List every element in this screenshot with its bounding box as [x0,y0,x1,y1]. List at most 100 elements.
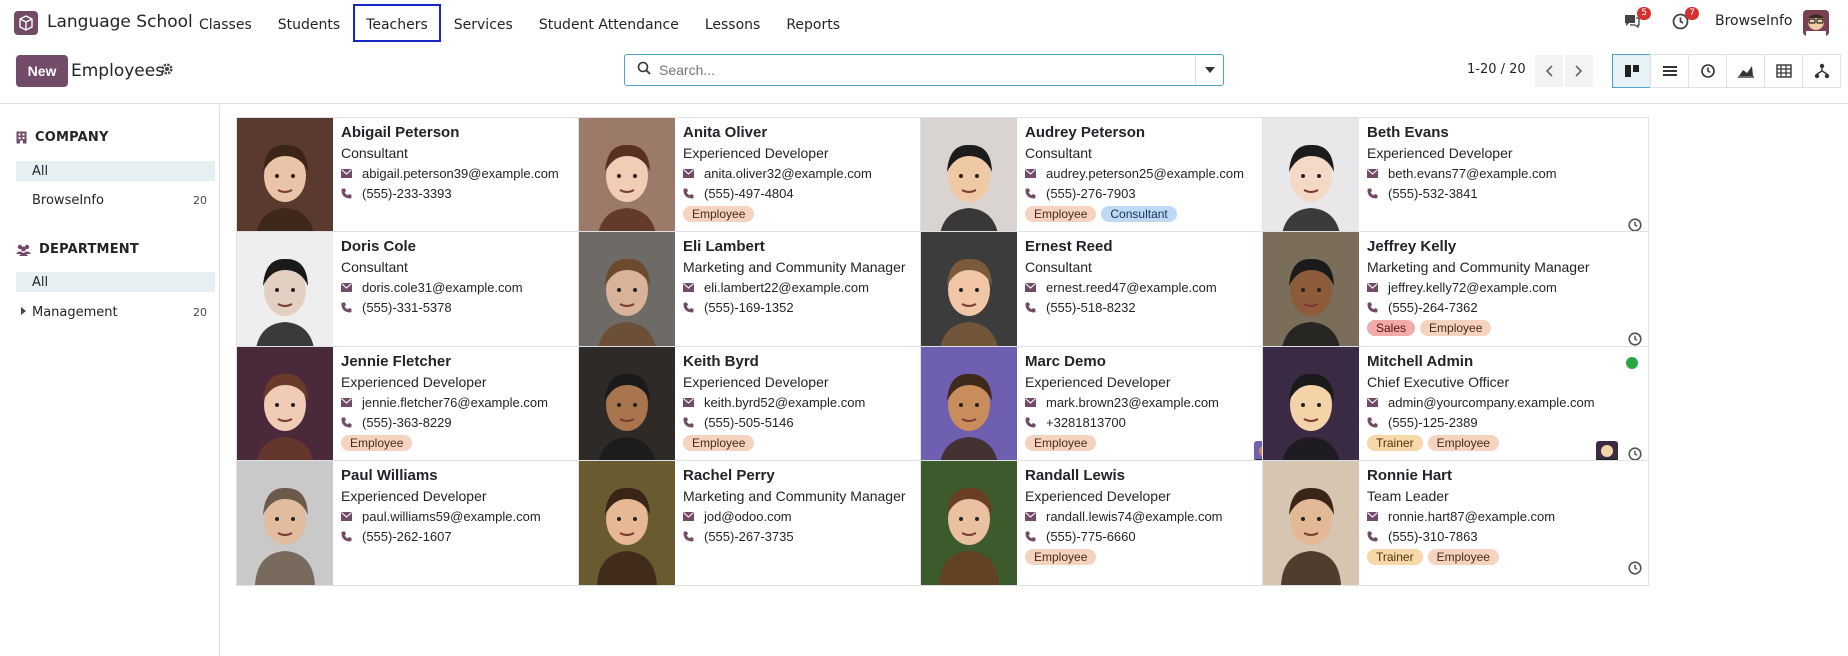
employee-phone: (555)-518-8232 [1046,300,1136,315]
kanban-view-button[interactable] [1612,54,1651,88]
employee-job-title: Experienced Developer [341,374,487,390]
search-icon [637,61,651,79]
company-filter-count: 20 [193,193,207,207]
employee-phone: (555)-331-5378 [362,300,452,315]
search-bar[interactable] [624,54,1224,86]
employee-phone: (555)-125-2389 [1388,415,1478,430]
employee-card[interactable]: Anita Oliver Experienced Developer anita… [578,117,965,243]
menu-item-services[interactable]: Services [441,4,526,42]
employee-phone-row: (555)-264-7362 [1367,300,1640,315]
phone-icon [683,417,694,428]
employee-name: Jeffrey Kelly [1367,238,1457,255]
app-name[interactable]: Language School [47,12,193,32]
company-filter-browseinfo[interactable]: BrowseInfo 20 [16,190,215,210]
employee-job-title: Experienced Developer [683,374,829,390]
employee-phone: (555)-169-1352 [704,300,794,315]
department-filter-label: All [32,274,49,290]
top-navbar: Language School Classes Students Teachers S… [0,0,1848,46]
tag-employee: Employee [1420,320,1492,336]
tag-list: Sales Employee [1367,320,1640,336]
department-filter-label: Management [32,304,118,320]
employee-job-title: Team Leader [1367,488,1449,504]
tag-employee: Employee [1025,549,1097,565]
employee-name: Anita Oliver [683,124,768,141]
menu-item-students[interactable]: Students [265,4,353,42]
employee-card[interactable]: Doris Cole Consultant doris.cole31@examp… [236,231,623,357]
pager-next-button[interactable] [1565,55,1593,87]
activities-count-badge: 7 [1685,6,1699,20]
messages-count-badge: 5 [1637,7,1651,20]
menu-item-classes[interactable]: Classes [186,4,265,42]
search-options-toggle[interactable] [1195,55,1223,85]
employee-photo [579,118,675,242]
new-button[interactable]: New [16,55,68,87]
employee-photo [921,347,1017,471]
employee-photo [579,232,675,356]
employee-email-row: doris.cole31@example.com [341,280,614,295]
department-filter-all[interactable]: All [16,272,215,292]
phone-icon [1025,188,1036,199]
app-logo-icon[interactable] [14,11,38,35]
employee-card[interactable]: Rachel Perry Marketing and Community Man… [578,460,965,586]
employee-card[interactable]: Audrey Peterson Consultant audrey.peters… [920,117,1307,243]
envelope-icon [1367,169,1378,178]
gear-icon[interactable] [160,62,174,80]
company-filter-all[interactable]: All [16,161,215,181]
phone-icon [683,531,694,542]
messages-button[interactable]: 5 [1623,0,1651,46]
employee-photo [579,347,675,471]
employee-card[interactable]: Ronnie Hart Team Leader ronnie.hart87@ex… [1262,460,1649,586]
menu-item-teachers[interactable]: Teachers [353,4,441,42]
employee-card[interactable]: Marc Demo Experienced Developer mark.bro… [920,346,1307,472]
pivot-view-button[interactable] [1764,54,1803,88]
search-panel: COMPANY All BrowseInfo 20 DEPARTMENT All… [0,105,220,656]
company-switcher[interactable]: BrowseInfo [1715,13,1792,29]
employee-phone-row: (555)-310-7863 [1367,529,1640,544]
list-view-button[interactable] [1650,54,1689,88]
tag-list: Employee [341,435,614,451]
envelope-icon [1025,283,1036,292]
employee-card[interactable]: Jennie Fletcher Experienced Developer je… [236,346,623,472]
employee-email: admin@yourcompany.example.com [1388,395,1595,410]
department-filter-management[interactable]: Management 20 [16,302,215,322]
employee-card[interactable]: Randall Lewis Experienced Developer rand… [920,460,1307,586]
view-switcher [1612,54,1841,88]
building-icon [16,131,27,144]
employee-card[interactable]: Beth Evans Experienced Developer beth.ev… [1262,117,1649,243]
employee-email-row: ernest.reed47@example.com [1025,280,1298,295]
search-input[interactable] [651,56,1195,84]
menu-item-student-attendance[interactable]: Student Attendance [526,4,692,42]
employee-card[interactable]: Mitchell Admin Chief Executive Officer a… [1262,346,1649,472]
employee-email-row: jennie.fletcher76@example.com [341,395,614,410]
activities-button[interactable]: 7 [1672,0,1699,46]
employee-phone-row: (555)-363-8229 [341,415,614,430]
caret-right-icon[interactable] [21,307,26,315]
employee-name: Doris Cole [341,238,417,255]
menu-item-reports[interactable]: Reports [773,4,853,42]
employee-photo [1263,347,1359,471]
phone-icon [1025,302,1036,313]
employee-name: Ronnie Hart [1367,467,1453,484]
tag-list: Employee Consultant [1025,206,1298,222]
list-icon [1662,66,1677,76]
user-avatar[interactable] [1803,10,1829,36]
employee-card[interactable]: Paul Williams Experienced Developer paul… [236,460,623,586]
envelope-icon [1367,398,1378,407]
employee-job-title: Marketing and Community Manager [683,488,906,504]
activity-view-button[interactable] [1688,54,1727,88]
pager-previous-button[interactable] [1535,55,1563,87]
graph-view-button[interactable] [1726,54,1765,88]
employee-card[interactable]: Abigail Peterson Consultant abigail.pete… [236,117,623,243]
users-icon [16,244,31,256]
employee-email-row: jod@odoo.com [683,509,956,524]
employee-card[interactable]: Keith Byrd Experienced Developer keith.b… [578,346,965,472]
menu-item-lessons[interactable]: Lessons [692,4,774,42]
phone-icon [1025,417,1036,428]
activity-clock-icon[interactable] [1628,561,1642,579]
pager-value[interactable]: 1-20 / 20 [1467,62,1526,77]
employee-card[interactable]: Eli Lambert Marketing and Community Mana… [578,231,965,357]
employee-card[interactable]: Jeffrey Kelly Marketing and Community Ma… [1262,231,1649,357]
employee-card[interactable]: Ernest Reed Consultant ernest.reed47@exa… [920,231,1307,357]
hierarchy-view-button[interactable] [1802,54,1841,88]
control-panel: New Employees 1-20 / 20 [0,46,1848,104]
